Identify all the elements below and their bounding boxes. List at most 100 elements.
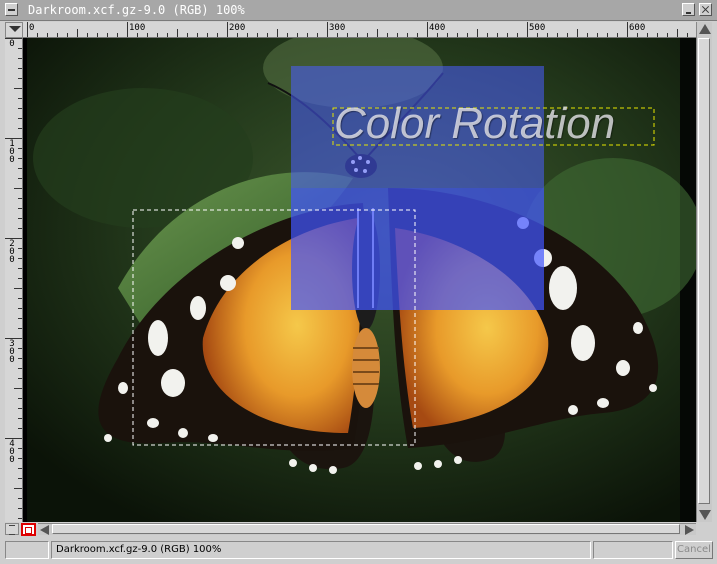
status-message-field: Darkroom.xcf.gz-9.0 (RGB) 100% (51, 541, 591, 559)
window-menu-button[interactable] (5, 3, 18, 16)
vertical-scrollbar[interactable] (696, 22, 712, 522)
ruler-tick (547, 33, 548, 37)
ruler-tick (18, 168, 22, 169)
ruler-tick (18, 268, 22, 269)
ruler-tick (18, 148, 22, 149)
vertical-scroll-thumb[interactable] (698, 38, 710, 504)
ruler-tick (617, 33, 618, 37)
cancel-button[interactable]: Cancel (675, 541, 713, 559)
ruler-tick (77, 29, 78, 37)
horizontal-ruler[interactable]: 0 100 200 300 400 500 600 (23, 22, 696, 38)
ruler-tick (487, 33, 488, 37)
horizontal-scroll-thumb[interactable] (52, 524, 680, 534)
ruler-tick (387, 33, 388, 37)
cursor-position-field (5, 541, 49, 559)
ruler-tick (14, 488, 22, 489)
ruler-tick (14, 88, 22, 89)
ruler-tick (18, 108, 22, 109)
scroll-left-arrow-icon[interactable] (40, 525, 49, 535)
window-titlebar[interactable]: Darkroom.xcf.gz-9.0 (RGB) 100% (0, 0, 717, 21)
ruler-tick (87, 33, 88, 37)
ruler-tick (18, 248, 22, 249)
ruler-tick (397, 33, 398, 37)
ruler-tick (18, 478, 22, 479)
ruler-tick (157, 33, 158, 37)
ruler-tick (177, 29, 178, 37)
ruler-tick (18, 448, 22, 449)
ruler-tick (567, 33, 568, 37)
ruler-label: 0 (29, 23, 35, 33)
ruler-tick (227, 22, 228, 37)
ruler-tick (18, 128, 22, 129)
ruler-tick (377, 29, 378, 37)
ruler-tick (18, 68, 22, 69)
ruler-tick (297, 33, 298, 37)
close-button[interactable] (699, 3, 712, 16)
ruler-label: 200 (229, 23, 246, 33)
ruler-tick (217, 33, 218, 37)
ruler-tick (477, 29, 478, 37)
horizontal-scrollbar[interactable] (38, 523, 696, 535)
ruler-tick (667, 33, 668, 37)
ruler-tick (457, 33, 458, 37)
ruler-tick (447, 33, 448, 37)
ruler-tick (18, 178, 22, 179)
ruler-tick (337, 33, 338, 37)
ruler-tick (607, 33, 608, 37)
color-rotation-text-layer[interactable]: Color Rotation (334, 99, 664, 149)
ruler-label: 300 (329, 23, 346, 33)
ruler-tick (18, 198, 22, 199)
ruler-tick (577, 29, 578, 37)
ruler-tick (237, 33, 238, 37)
ruler-tick (18, 468, 22, 469)
ruler-tick (18, 78, 22, 79)
ruler-tick (14, 288, 22, 289)
ruler-tick (57, 33, 58, 37)
ruler-tick (18, 328, 22, 329)
ruler-tick (18, 348, 22, 349)
ruler-label: 500 (529, 23, 546, 33)
ruler-tick (207, 33, 208, 37)
status-text: Darkroom.xcf.gz-9.0 (RGB) 100% (56, 544, 222, 555)
ruler-tick (18, 158, 22, 159)
ruler-tick (97, 33, 98, 37)
ruler-tick (18, 368, 22, 369)
ruler-tick (67, 33, 68, 37)
ruler-tick (537, 33, 538, 37)
ruler-label: 400 (429, 23, 446, 33)
ruler-tick (18, 358, 22, 359)
ruler-tick (47, 33, 48, 37)
ruler-tick (327, 22, 328, 37)
ruler-label: 600 (629, 23, 646, 33)
window-title: Darkroom.xcf.gz-9.0 (RGB) 100% (28, 3, 245, 17)
ruler-tick (117, 33, 118, 37)
ruler-tick (27, 22, 28, 37)
ruler-tick (597, 33, 598, 37)
ruler-tick (137, 33, 138, 37)
scroll-right-arrow-icon[interactable] (685, 525, 694, 535)
progress-field (593, 541, 673, 559)
ruler-tick (247, 33, 248, 37)
ruler-tick (367, 33, 368, 37)
navigate-icon[interactable] (5, 523, 19, 535)
ruler-label: 200 (9, 239, 15, 265)
scroll-down-arrow-icon[interactable] (699, 510, 711, 520)
ruler-tick (18, 318, 22, 319)
scroll-up-arrow-icon[interactable] (699, 24, 711, 34)
ruler-tick (14, 388, 22, 389)
minimize-button[interactable] (682, 3, 695, 16)
ruler-label: 400 (9, 439, 15, 465)
ruler-tick (527, 22, 528, 37)
ruler-tick (147, 33, 148, 37)
quick-mask-toggle-icon[interactable] (21, 523, 36, 536)
ruler-tick (347, 33, 348, 37)
ruler-label: 100 (129, 23, 146, 33)
ruler-tick (317, 33, 318, 37)
ruler-corner-menu-button[interactable] (5, 22, 23, 38)
ruler-tick (657, 33, 658, 37)
image-canvas[interactable]: Color Rotation (23, 38, 696, 522)
ruler-tick (18, 118, 22, 119)
vertical-ruler[interactable]: 0 100 200 300 400 (5, 38, 23, 522)
ruler-tick (18, 298, 22, 299)
ruler-tick (107, 33, 108, 37)
